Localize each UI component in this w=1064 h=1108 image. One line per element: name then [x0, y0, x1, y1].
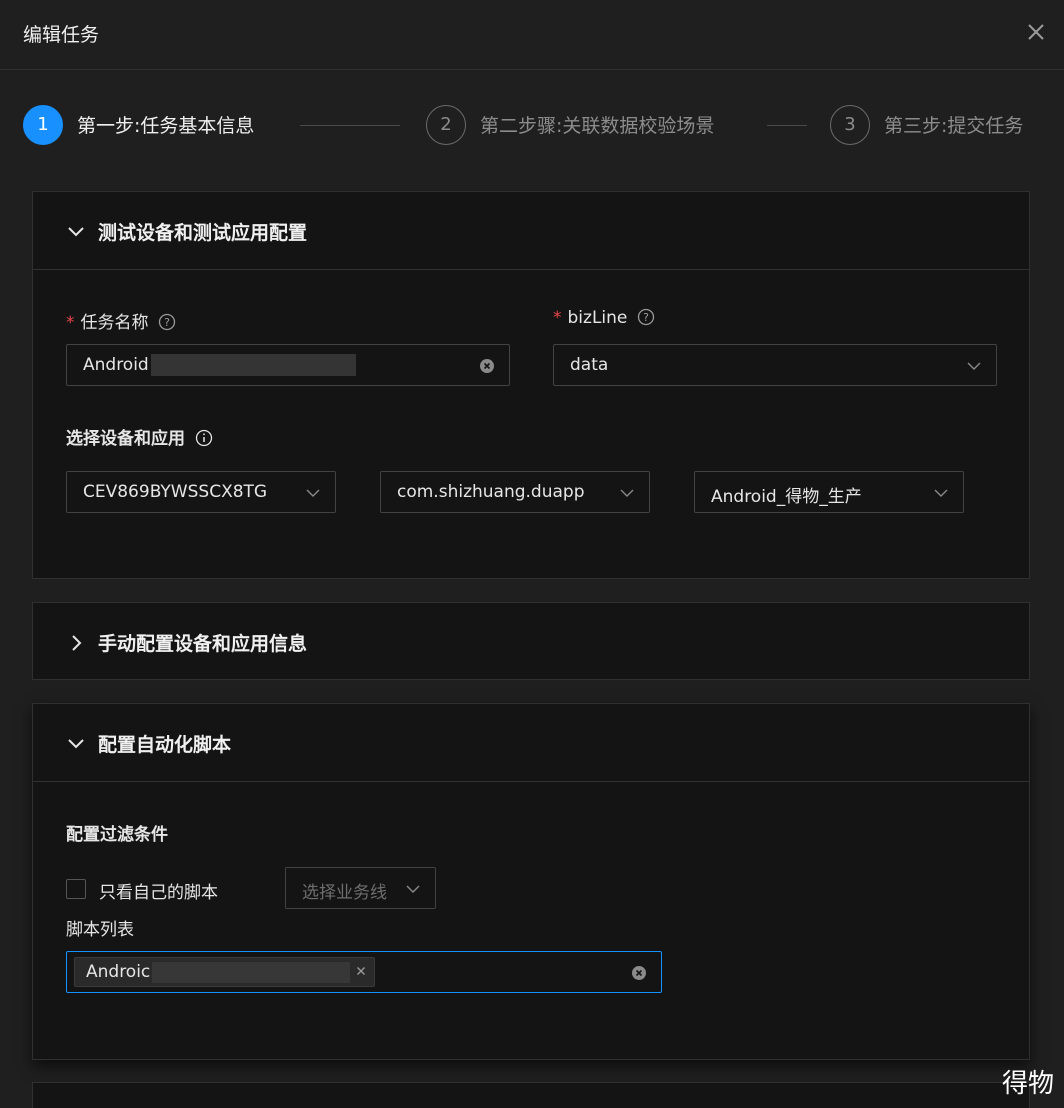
- select-device-app-label: 选择设备和应用: [66, 424, 213, 449]
- bizline-select[interactable]: data: [553, 344, 997, 386]
- device-select[interactable]: CEV869BYWSSCX8TG: [66, 471, 336, 513]
- manual-config-title: 手动配置设备和应用信息: [98, 633, 308, 655]
- chevron-right-icon: [72, 635, 82, 651]
- next-panel: [32, 1082, 1030, 1108]
- clear-icon[interactable]: [479, 358, 495, 374]
- script-list-select[interactable]: Androic: [66, 951, 662, 993]
- modal-header: 编辑任务: [0, 0, 1064, 70]
- bizline-filter-select[interactable]: 选择业务线: [285, 867, 436, 909]
- script-list-label: 脚本列表: [66, 920, 134, 940]
- svg-text:?: ?: [164, 316, 170, 329]
- question-icon[interactable]: ?: [158, 313, 176, 331]
- required-mark: *: [553, 308, 562, 328]
- script-config-panel: 配置自动化脚本 配置过滤条件 只看自己的脚本 选择业务线 脚本列表 Androi…: [32, 703, 1030, 1060]
- chevron-down-icon: [68, 227, 84, 237]
- step-2-indicator[interactable]: 2: [426, 105, 466, 145]
- step-3-indicator[interactable]: 3: [830, 105, 870, 145]
- step-3-label[interactable]: 第三步:提交任务: [884, 111, 1023, 138]
- select-device-app-text: 选择设备和应用: [66, 429, 185, 449]
- device-config-title: 测试设备和测试应用配置: [98, 222, 308, 244]
- app-package-value: com.shizhuang.duapp: [397, 482, 585, 502]
- manual-config-panel: 手动配置设备和应用信息: [32, 602, 1030, 680]
- svg-text:?: ?: [643, 311, 649, 324]
- script-config-title: 配置自动化脚本: [98, 734, 232, 756]
- filter-conditions-label: 配置过滤条件: [66, 825, 168, 845]
- bizline-label-text: bizLine: [567, 308, 628, 328]
- step-1-indicator[interactable]: 1: [23, 105, 63, 145]
- bizline-filter-placeholder: 选择业务线: [302, 883, 387, 903]
- only-mine-checkbox[interactable]: [66, 879, 86, 899]
- environment-select[interactable]: Android_得物_生产: [694, 471, 964, 513]
- task-name-label-text: 任务名称: [80, 313, 149, 333]
- task-name-input[interactable]: Android: [66, 344, 510, 386]
- chevron-down-icon: [68, 739, 84, 749]
- chevron-down-icon: [967, 362, 981, 370]
- bizline-label: * bizLine ?: [553, 308, 655, 328]
- tag-close-icon[interactable]: [354, 964, 368, 978]
- manual-config-panel-header[interactable]: 手动配置设备和应用信息: [33, 603, 1029, 681]
- watermark: 得物: [1001, 1069, 1054, 1099]
- step-2-label[interactable]: 第二步骤:关联数据校验场景: [480, 111, 714, 138]
- script-tag-value: Androic: [86, 962, 151, 982]
- device-value: CEV869BYWSSCX8TG: [83, 482, 268, 502]
- clear-icon[interactable]: [631, 965, 647, 981]
- only-mine-label[interactable]: 只看自己的脚本: [99, 878, 218, 903]
- close-icon[interactable]: [1022, 18, 1050, 46]
- chevron-down-icon: [306, 489, 320, 497]
- step-connector: [300, 125, 400, 126]
- script-tag: Androic: [74, 957, 375, 987]
- step-1-label[interactable]: 第一步:任务基本信息: [77, 111, 254, 138]
- steps-bar: 1 第一步:任务基本信息 2 第二步骤:关联数据校验场景 3 第三步:提交任务: [0, 100, 1064, 150]
- redacted-region: [152, 962, 350, 983]
- chevron-down-icon: [620, 489, 634, 497]
- info-icon[interactable]: [195, 429, 213, 447]
- environment-value: Android_得物_生产: [711, 487, 862, 507]
- chevron-down-icon: [934, 489, 948, 497]
- device-config-panel: 测试设备和测试应用配置 * 任务名称 ? Android * bizLine ? d…: [32, 191, 1030, 579]
- app-package-select[interactable]: com.shizhuang.duapp: [380, 471, 650, 513]
- question-icon[interactable]: ?: [637, 308, 655, 326]
- required-mark: *: [66, 313, 75, 333]
- step-connector: [767, 125, 807, 126]
- script-config-panel-header[interactable]: 配置自动化脚本: [33, 704, 1029, 782]
- task-name-label: * 任务名称 ?: [66, 308, 176, 333]
- redacted-region: [151, 354, 356, 376]
- device-config-panel-header[interactable]: 测试设备和测试应用配置: [33, 192, 1029, 270]
- bizline-value: data: [570, 355, 609, 375]
- chevron-down-icon: [406, 885, 420, 893]
- modal-title: 编辑任务: [23, 24, 100, 46]
- task-name-value: Android: [83, 355, 149, 375]
